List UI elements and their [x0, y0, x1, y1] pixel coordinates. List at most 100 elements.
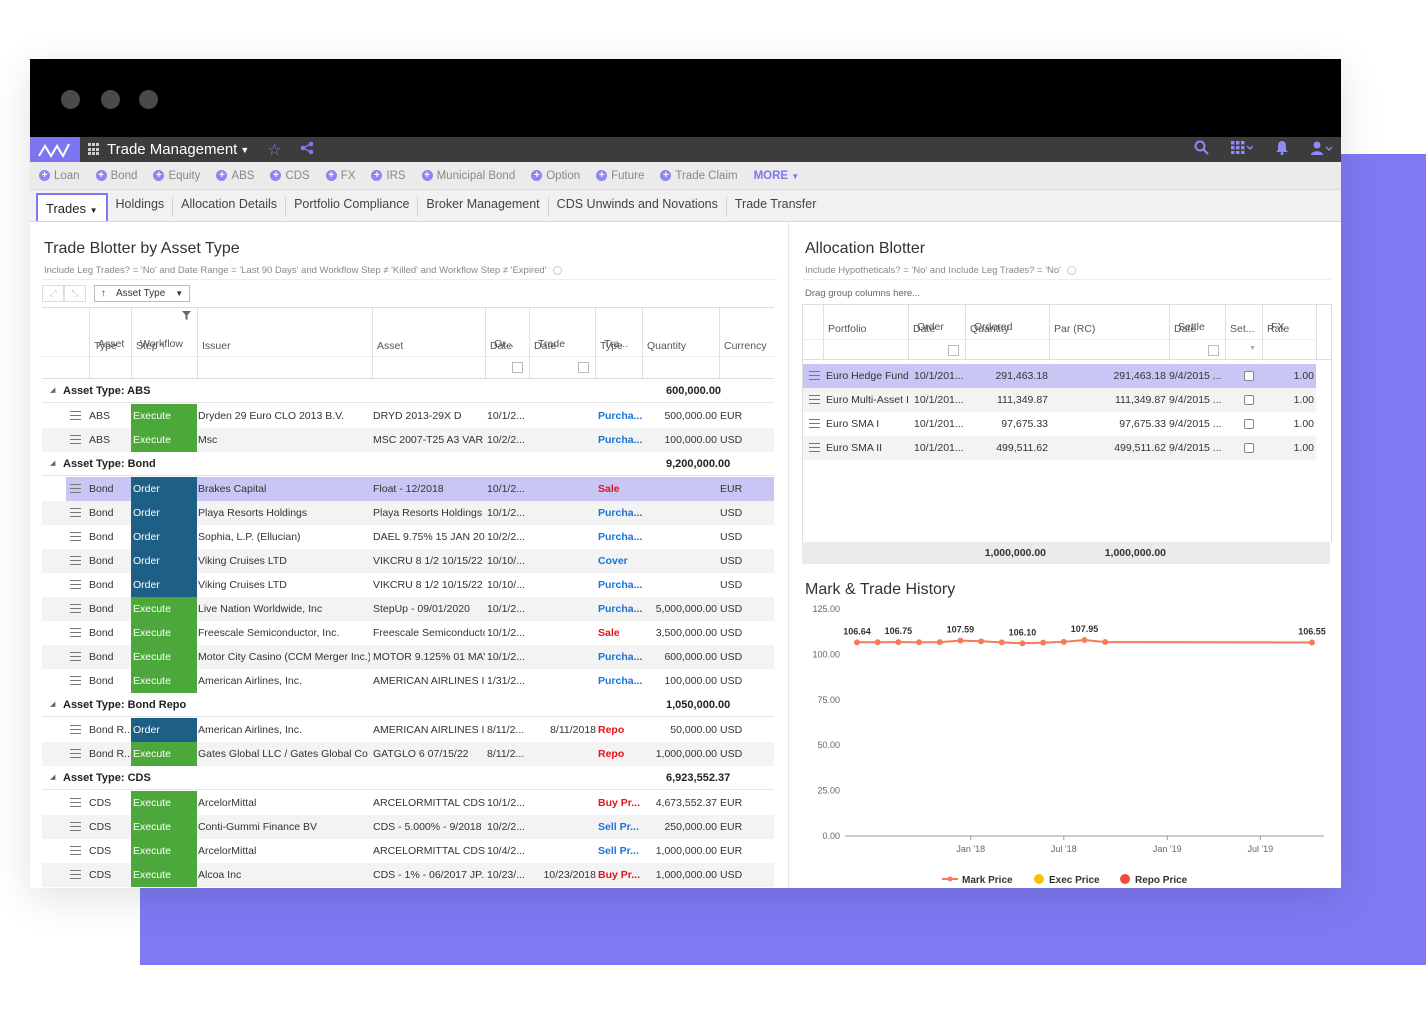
- data-point[interactable]: [1081, 636, 1088, 643]
- tab-cds-unwinds-and-novations[interactable]: CDS Unwinds and Novations: [549, 197, 727, 217]
- cell-workflow-step[interactable]: Execute: [131, 815, 197, 839]
- data-point[interactable]: [978, 638, 985, 645]
- table-row[interactable]: Bond Order Viking Cruises LTD VIKCRU 8 1/2 …: [42, 573, 774, 597]
- settled-checkbox[interactable]: [1244, 419, 1254, 429]
- table-row[interactable]: Bond Order Sophia, L.P. (Ellucian) DAEL 9.7…: [42, 525, 774, 549]
- data-point[interactable]: [998, 639, 1005, 646]
- share-icon[interactable]: [300, 141, 314, 159]
- collapse-triangle-icon[interactable]: ◢: [50, 700, 55, 708]
- apps-menu-icon[interactable]: [1231, 141, 1254, 158]
- data-point[interactable]: [957, 637, 964, 644]
- notifications-bell-icon[interactable]: [1275, 140, 1289, 159]
- app-logo[interactable]: [30, 137, 80, 162]
- data-point[interactable]: [936, 639, 943, 646]
- calendar-icon[interactable]: [578, 362, 589, 373]
- cell-workflow-step[interactable]: Execute: [131, 428, 197, 452]
- asset-button-option[interactable]: + Option: [531, 170, 580, 182]
- tab-portfolio-compliance[interactable]: Portfolio Compliance: [286, 197, 419, 217]
- table-row[interactable]: CDS Execute Alcoa Inc CDS - 1% - 06/2017 JP…: [42, 863, 774, 887]
- expand-all-icon[interactable]: ⤢: [42, 284, 64, 302]
- favorite-star-icon[interactable]: ☆: [267, 140, 281, 160]
- row-menu-icon[interactable]: [70, 580, 81, 592]
- calendar-icon[interactable]: [512, 362, 523, 373]
- col-header-settled[interactable]: Set...: [1226, 305, 1263, 339]
- group-row[interactable]: ◢ Asset Type: Bond 9,200,000.00: [42, 452, 774, 476]
- filter-cell[interactable]: [198, 356, 373, 378]
- tab-allocation-details[interactable]: Allocation Details: [173, 197, 287, 217]
- filter-cell[interactable]: [1170, 339, 1226, 361]
- row-menu-icon[interactable]: [70, 484, 81, 496]
- filter-cell[interactable]: [1263, 339, 1317, 361]
- tab-holdings[interactable]: Holdings: [108, 197, 174, 217]
- table-row[interactable]: ABS Execute Msc MSC 2007-T25 A3 VAR ... 10/2…: [42, 428, 774, 452]
- table-row[interactable]: Euro SMA II 10/1/201... 499,511.62 499,511.…: [802, 436, 1316, 460]
- settled-checkbox[interactable]: [1244, 395, 1254, 405]
- data-point[interactable]: [1040, 639, 1047, 646]
- row-menu-icon[interactable]: [809, 395, 820, 407]
- table-row[interactable]: Bond Execute Motor City Casino (CCM Merger…: [42, 645, 774, 669]
- collapse-all-icon[interactable]: ⤡: [64, 284, 86, 302]
- col-header-asset-type[interactable]: Asset Type: [90, 308, 132, 356]
- cell-workflow-step[interactable]: Order: [131, 477, 197, 501]
- cell-workflow-step[interactable]: Execute: [131, 669, 197, 693]
- filter-cell[interactable]: [132, 356, 198, 378]
- filter-cell[interactable]: [720, 356, 774, 378]
- filter-cell[interactable]: [909, 339, 966, 361]
- col-header-ordered-quantity[interactable]: Ordered Quantity: [966, 305, 1050, 339]
- cell-workflow-step[interactable]: Execute: [131, 597, 197, 621]
- table-row[interactable]: Bond Execute Live Nation Worldwide, Inc Ste…: [42, 597, 774, 621]
- row-menu-icon[interactable]: [70, 822, 81, 834]
- cell-workflow-step[interactable]: Execute: [131, 839, 197, 863]
- filter-cell[interactable]: [1050, 339, 1170, 361]
- cell-workflow-step[interactable]: Execute: [131, 791, 197, 815]
- group-row[interactable]: ◢ Asset Type: CDS 6,923,552.37: [42, 766, 774, 790]
- row-menu-icon[interactable]: [70, 435, 81, 447]
- col-header-order-date[interactable]: Order Date: [909, 305, 966, 339]
- data-point[interactable]: [895, 639, 902, 646]
- filter-cell[interactable]: [486, 356, 530, 378]
- data-point[interactable]: [1102, 639, 1109, 646]
- collapse-triangle-icon[interactable]: ◢: [50, 459, 55, 467]
- tab-broker-management[interactable]: Broker Management: [418, 197, 549, 217]
- cell-workflow-step[interactable]: Order: [131, 718, 197, 742]
- table-row[interactable]: CDS Execute ArcelorMittal ARCELORMITTAL CDS…: [42, 839, 774, 863]
- tab-trades[interactable]: Trades ▼: [36, 193, 108, 221]
- table-row[interactable]: Bond Execute Freescale Semiconductor, Inc.…: [42, 621, 774, 645]
- col-header-settle-date[interactable]: Settle Date: [1170, 305, 1226, 339]
- filter-cell[interactable]: [530, 356, 596, 378]
- user-avatar-icon[interactable]: [1311, 141, 1333, 159]
- row-menu-icon[interactable]: [70, 725, 81, 737]
- row-menu-icon[interactable]: [70, 676, 81, 688]
- asset-button-cds[interactable]: + CDS: [270, 170, 310, 182]
- settled-checkbox[interactable]: [1244, 443, 1254, 453]
- cell-workflow-step[interactable]: Order: [131, 525, 197, 549]
- asset-button-abs[interactable]: + ABS: [216, 170, 254, 182]
- collapse-triangle-icon[interactable]: ◢: [50, 386, 55, 394]
- data-point[interactable]: [1019, 640, 1026, 647]
- data-point[interactable]: [854, 639, 860, 646]
- table-row[interactable]: Euro Hedge Fund I 10/1/201... 291,463.18 29…: [802, 364, 1316, 388]
- clear-filter-icon[interactable]: [1067, 265, 1076, 275]
- data-point[interactable]: [916, 639, 923, 646]
- asset-button-bond[interactable]: + Bond: [95, 170, 137, 182]
- calendar-icon[interactable]: [1208, 345, 1219, 356]
- col-header-issuer[interactable]: Issuer: [198, 308, 373, 356]
- row-menu-icon[interactable]: [70, 604, 81, 616]
- row-menu-icon[interactable]: [70, 846, 81, 858]
- filter-cell[interactable]: [824, 339, 909, 361]
- clear-filter-icon[interactable]: [552, 265, 562, 275]
- filter-cell[interactable]: [596, 356, 643, 378]
- cell-workflow-step[interactable]: Order: [131, 549, 197, 573]
- col-header-trade-type[interactable]: Tra... Type: [596, 308, 643, 356]
- row-menu-icon[interactable]: [809, 419, 820, 431]
- row-menu-icon[interactable]: [70, 411, 81, 423]
- filter-cell[interactable]: ▼: [1226, 339, 1263, 361]
- window-dot-close[interactable]: [61, 90, 80, 109]
- row-menu-icon[interactable]: [809, 443, 820, 455]
- asset-button-fx[interactable]: + FX: [325, 170, 355, 182]
- window-dot-minimize[interactable]: [101, 90, 120, 109]
- asset-button-loan[interactable]: + Loan: [39, 170, 80, 182]
- cell-workflow-step[interactable]: Execute: [131, 645, 197, 669]
- table-row[interactable]: ABS Execute Dryden 29 Euro CLO 2013 B.V. DR…: [42, 404, 774, 428]
- asset-button-equity[interactable]: + Equity: [153, 170, 200, 182]
